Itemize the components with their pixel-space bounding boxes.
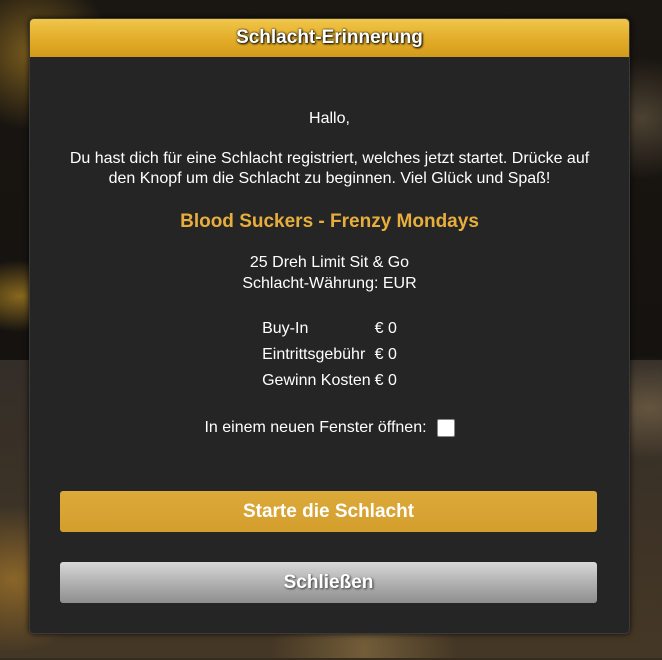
fee-row-entry-fee: Eintrittsgebühr € 0 xyxy=(262,342,397,368)
fee-value: € 0 xyxy=(374,346,397,363)
fee-row-buy-in: Buy-In € 0 xyxy=(262,316,397,342)
new-window-label: In einem neuen Fenster öffnen: xyxy=(204,419,427,436)
fee-label: Gewinn Kosten xyxy=(262,372,371,389)
start-battle-button[interactable]: Starte die Schlacht xyxy=(60,491,597,532)
dialog-header: Schlacht-Erinnerung xyxy=(30,19,629,57)
fees-table: Buy-In € 0 Eintrittsgebühr € 0 Gewinn Ko… xyxy=(262,316,397,394)
fee-row-prize-cost: Gewinn Kosten € 0 xyxy=(262,368,397,394)
new-window-option: In einem neuen Fenster öffnen: xyxy=(30,418,629,438)
close-button[interactable]: Schließen xyxy=(60,562,597,603)
fee-value: € 0 xyxy=(374,320,397,337)
message-text: Du hast dich für eine Schlacht registrie… xyxy=(69,150,590,187)
fee-value: € 0 xyxy=(374,372,397,389)
dialog-body: Hallo, Du hast dich für eine Schlacht re… xyxy=(30,109,629,438)
fee-label: Buy-In xyxy=(262,320,309,337)
battle-reminder-dialog: Schlacht-Erinnerung Hallo, Du hast dich … xyxy=(29,18,630,634)
battle-info: 25 Dreh Limit Sit & Go Schlacht-Währung:… xyxy=(30,252,629,294)
fee-label: Eintrittsgebühr xyxy=(262,346,366,363)
new-window-checkbox[interactable] xyxy=(436,419,455,437)
battle-type: 25 Dreh Limit Sit & Go xyxy=(249,254,410,271)
battle-currency: Schlacht-Währung: EUR xyxy=(242,275,417,292)
game-name: Blood Suckers - Frenzy Mondays xyxy=(180,211,479,232)
dialog-title: Schlacht-Erinnerung xyxy=(236,27,423,48)
greeting-text: Hallo, xyxy=(309,110,350,127)
